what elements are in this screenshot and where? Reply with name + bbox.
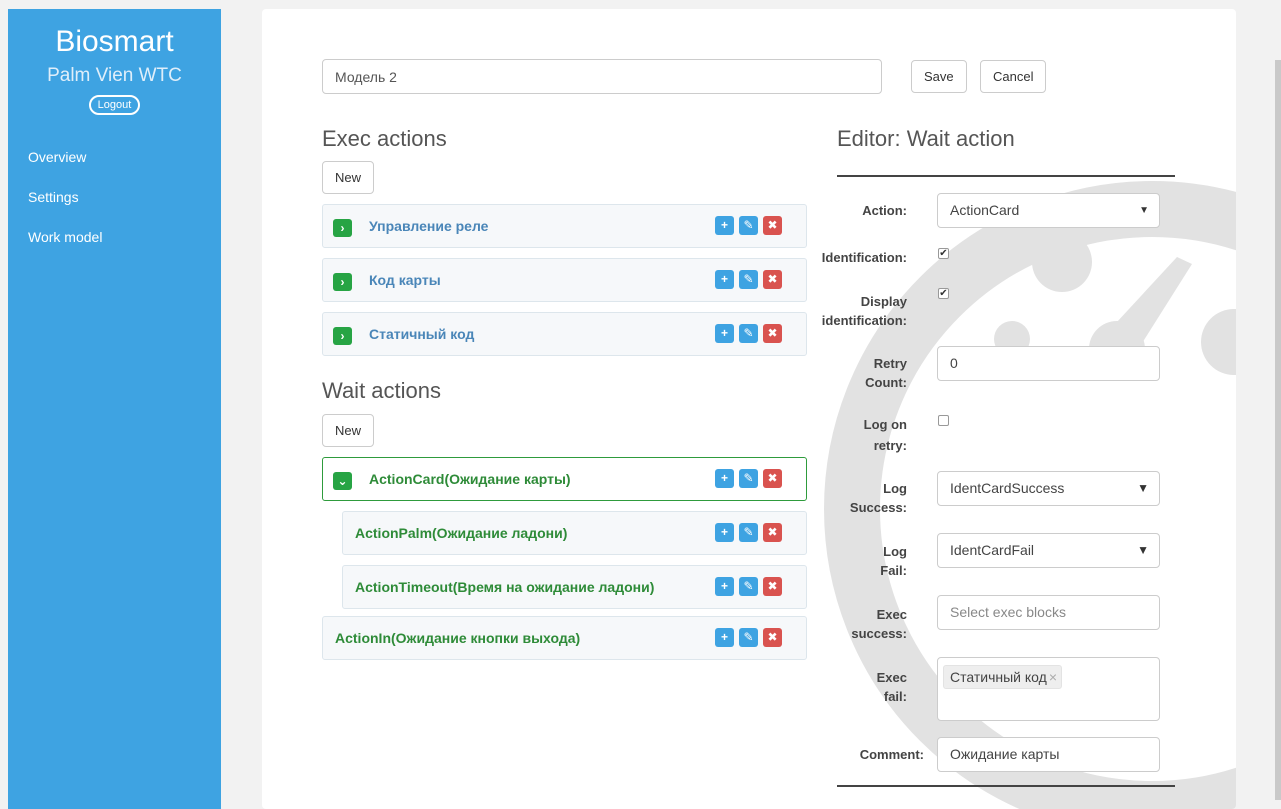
sidebar-item-overview[interactable]: Overview (8, 137, 221, 177)
editor-top-divider (837, 175, 1175, 177)
identification-checkbox[interactable]: ✔ (938, 248, 949, 259)
log-on-retry-label: Log on (863, 417, 907, 432)
exec-fail-label: Exec (876, 670, 907, 685)
wait-action-label: ActionCard(Ожидание карты) (369, 471, 571, 487)
exec-fail-select[interactable]: Статичный код × (937, 657, 1160, 721)
plus-icon[interactable]: + (715, 324, 734, 343)
new-exec-button[interactable]: New (322, 161, 375, 194)
exec-fail-label-2: fail: (883, 689, 907, 704)
close-icon[interactable]: × (1049, 669, 1057, 685)
exec-success-label: Exec (876, 607, 907, 622)
close-icon[interactable]: ✖ (763, 469, 782, 488)
model-name-input[interactable] (322, 59, 882, 94)
plus-icon[interactable]: + (715, 523, 734, 542)
edit-icon[interactable]: ✎ (739, 324, 758, 343)
log-success-select[interactable]: IdentCardSuccess ▼ (937, 471, 1160, 506)
edit-icon[interactable]: ✎ (739, 577, 758, 596)
save-button[interactable]: Save (911, 60, 967, 93)
brand-title: Biosmart (55, 25, 174, 58)
display-identification-checkbox[interactable]: ✔ (938, 288, 949, 299)
exec-action-row[interactable]: › Статичный код + ✎ ✖ (322, 312, 807, 356)
log-success-value: IdentCardSuccess (950, 480, 1065, 496)
exec-action-row[interactable]: › Управление реле + ✎ ✖ (322, 204, 807, 248)
display-identification-label-2: identification: (821, 313, 907, 328)
log-fail-select[interactable]: IdentCardFail ▼ (937, 533, 1160, 568)
log-fail-label-2: Fail: (880, 563, 907, 578)
wait-action-row[interactable]: ActionTimeout(Время на ожидание ладони) … (342, 565, 807, 609)
sidebar-item-settings[interactable]: Settings (8, 177, 221, 217)
wait-action-row[interactable]: ActionPalm(Ожидание ладони) + ✎ ✖ (342, 511, 807, 555)
close-icon[interactable]: ✖ (763, 523, 782, 542)
exec-success-placeholder: Select exec blocks (950, 604, 1066, 620)
edit-icon[interactable]: ✎ (739, 270, 758, 289)
close-icon[interactable]: ✖ (763, 270, 782, 289)
page-scrollbar-thumb[interactable] (1275, 60, 1281, 800)
wait-actions-title: Wait actions (322, 378, 442, 403)
editor-bottom-divider (837, 785, 1175, 787)
comment-label: Comment: (859, 747, 924, 762)
retry-count-label: Retry (873, 356, 907, 371)
exec-success-label-2: success: (851, 626, 907, 641)
plus-icon[interactable]: + (715, 469, 734, 488)
close-icon[interactable]: ✖ (763, 324, 782, 343)
log-success-label-2: Success: (849, 500, 907, 515)
new-wait-button[interactable]: New (322, 414, 375, 447)
log-fail-label: Log (883, 544, 907, 559)
chevron-down-icon[interactable]: ⌄ (333, 472, 352, 490)
retry-count-label-2: Count: (865, 375, 907, 390)
sidebar-nav: Overview Settings Work model (8, 137, 221, 257)
close-icon[interactable]: ✖ (763, 628, 782, 647)
brand-subtitle: Palm Vien WTC (47, 65, 182, 86)
exec-action-row[interactable]: › Код карты + ✎ ✖ (322, 258, 807, 302)
action-select-value: ActionCard (950, 202, 1020, 218)
log-on-retry-label-2: retry: (873, 438, 907, 453)
display-identification-label: Display (860, 294, 907, 309)
exec-fail-tag-label: Статичный код (950, 669, 1047, 685)
edit-icon[interactable]: ✎ (739, 628, 758, 647)
chevron-right-icon[interactable]: › (333, 273, 352, 291)
editor-title: Editor: Wait action (837, 126, 1015, 151)
cancel-button[interactable]: Cancel (980, 60, 1047, 93)
plus-icon[interactable]: + (715, 270, 734, 289)
wait-action-label: ActionTimeout(Время на ожидание ладони) (355, 579, 655, 595)
log-success-label: Log (883, 481, 907, 496)
exec-fail-tag: Статичный код × (943, 665, 1062, 689)
chevron-right-icon[interactable]: › (333, 327, 352, 345)
sidebar-item-work-model[interactable]: Work model (8, 217, 221, 257)
logout-button[interactable]: Logout (88, 95, 141, 115)
edit-icon[interactable]: ✎ (739, 523, 758, 542)
retry-count-input[interactable]: 0 (937, 346, 1160, 381)
plus-icon[interactable]: + (715, 216, 734, 235)
chevron-down-icon: ▼ (1137, 481, 1149, 495)
close-icon[interactable]: ✖ (763, 216, 782, 235)
log-fail-value: IdentCardFail (950, 542, 1035, 558)
exec-action-label: Код карты (369, 272, 441, 288)
close-icon[interactable]: ✖ (763, 577, 782, 596)
action-select[interactable]: ActionCard ▼ (937, 193, 1160, 228)
identification-label: Identification: (821, 250, 907, 265)
plus-icon[interactable]: + (715, 628, 734, 647)
wait-action-row[interactable]: ActionIn(Ожидание кнопки выхода) + ✎ ✖ (322, 616, 807, 660)
log-on-retry-checkbox[interactable] (938, 415, 949, 426)
exec-actions-title: Exec actions (322, 126, 447, 151)
wait-action-row-selected[interactable]: ⌄ ActionCard(Ожидание карты) + ✎ ✖ (322, 457, 807, 501)
main-card: Save Cancel Exec actions New › Управлени… (262, 9, 1236, 809)
wait-action-label: ActionIn(Ожидание кнопки выхода) (335, 630, 581, 646)
chevron-down-icon: ▼ (1139, 205, 1149, 216)
action-label: Action: (862, 203, 907, 218)
exec-action-label: Статичный код (369, 326, 475, 342)
exec-action-label: Управление реле (369, 218, 489, 234)
chevron-right-icon[interactable]: › (333, 219, 352, 237)
sidebar: Biosmart Palm Vien WTC Logout Overview S… (8, 9, 221, 809)
comment-input[interactable]: Ожидание карты (937, 737, 1160, 772)
edit-icon[interactable]: ✎ (739, 216, 758, 235)
edit-icon[interactable]: ✎ (739, 469, 758, 488)
exec-success-select[interactable]: Select exec blocks (937, 595, 1160, 630)
wait-action-label: ActionPalm(Ожидание ладони) (355, 525, 568, 541)
plus-icon[interactable]: + (715, 577, 734, 596)
chevron-down-icon: ▼ (1137, 543, 1149, 557)
